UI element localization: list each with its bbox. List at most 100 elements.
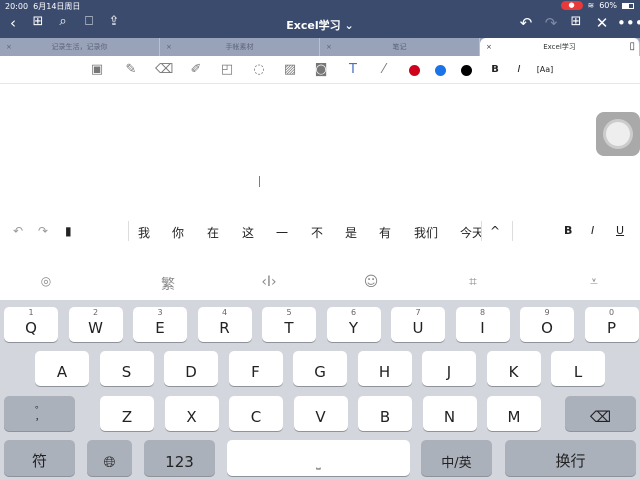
bold-button[interactable]: B — [564, 224, 572, 237]
shapes-icon[interactable]: ◰ — [218, 62, 236, 77]
assistive-touch-button[interactable] — [596, 112, 640, 156]
camera-icon[interactable]: ◙ — [312, 62, 330, 77]
language-switch-key[interactable]: 中/英 — [421, 440, 492, 476]
drawing-toolbar: ▣ ✎ ⌫ ✐ ◰ ◌ ▨ ◙ T ⁄ B I [Aa] — [0, 56, 640, 84]
tab-2[interactable]: × 手帐素材 — [160, 38, 320, 56]
undo-icon[interactable]: ↶ — [13, 224, 23, 238]
candidate[interactable]: 我 — [138, 224, 150, 241]
keyboard-function-row: ◎ 繁 ‹I› ☺ ⌗ ⩡ — [0, 268, 640, 300]
key-p[interactable]: 0P — [584, 307, 639, 342]
key-label: C — [250, 408, 262, 426]
expand-candidates-icon[interactable]: ^ — [490, 224, 500, 238]
redo-icon[interactable]: ↷ — [38, 224, 48, 238]
key-number-hint: 0 — [608, 308, 615, 317]
space-key[interactable]: ⎵ — [227, 440, 410, 476]
image-icon[interactable]: ▨ — [281, 62, 299, 77]
key-number-hint: 4 — [221, 308, 228, 317]
candidate[interactable]: 我们 — [414, 224, 438, 241]
split-view-icon[interactable]: ▯ — [629, 38, 635, 56]
key-m[interactable]: M — [487, 396, 541, 431]
add-page-icon[interactable]: ⊞ — [566, 14, 586, 29]
text-style-button[interactable]: [Aa] — [536, 65, 554, 74]
candidate[interactable]: 你 — [172, 224, 184, 241]
key-number-hint: 7 — [415, 308, 421, 317]
key-d[interactable]: D — [164, 351, 218, 386]
key-label: N — [443, 408, 456, 426]
key-o[interactable]: 9O — [520, 307, 574, 342]
emoji-icon[interactable]: ☺ — [359, 274, 383, 290]
key-label: A — [56, 363, 68, 381]
tab-1[interactable]: × 记录生活，记录你 — [0, 38, 160, 56]
traditional-chinese-button[interactable]: 繁 — [156, 274, 180, 294]
key-y[interactable]: 6Y — [326, 307, 381, 342]
pen-icon[interactable]: ✎ — [122, 62, 140, 77]
cursor-move-icon[interactable]: ‹I› — [257, 274, 281, 290]
underline-button[interactable]: U — [616, 224, 624, 237]
key-j[interactable]: J — [422, 351, 476, 386]
key-u[interactable]: 7U — [391, 307, 445, 342]
hide-keyboard-icon[interactable]: ⩡ — [582, 274, 606, 290]
key-h[interactable]: H — [357, 351, 412, 386]
italic-button[interactable]: I — [510, 64, 528, 75]
key-q[interactable]: 1Q — [4, 307, 58, 342]
candidate[interactable]: 不 — [311, 224, 323, 241]
handwriting-icon[interactable]: ◎ — [34, 274, 58, 288]
undo-icon[interactable]: ↶ — [516, 14, 536, 32]
redo-icon[interactable]: ↷ — [541, 14, 561, 32]
key-l[interactable]: L — [551, 351, 605, 386]
text-cursor — [259, 176, 260, 187]
key-x[interactable]: X — [164, 396, 219, 431]
bold-button[interactable]: B — [486, 64, 504, 75]
candidate[interactable]: 在 — [207, 224, 219, 241]
lasso-icon[interactable]: ◌ — [250, 62, 268, 77]
key-f[interactable]: F — [228, 351, 283, 386]
keyboard: 1 Q 2 W 3 E 4 R 5 T 6 Y 7 U 8 I 9 O 0 P A S D F G H J K L 。 ， Z X C V B N M ⌫… — [0, 300, 640, 480]
key-s[interactable]: S — [99, 351, 154, 386]
key-c[interactable]: C — [229, 396, 283, 431]
key-g[interactable]: G — [293, 351, 347, 386]
key-k[interactable]: K — [486, 351, 541, 386]
italic-button[interactable]: I — [591, 224, 594, 237]
candidate[interactable]: 今天 — [460, 224, 481, 241]
globe-key[interactable]: 🌐︎ — [87, 440, 132, 476]
key-r[interactable]: 4R — [197, 307, 252, 342]
eraser-icon[interactable]: ⌫ — [155, 62, 173, 77]
key-b[interactable]: B — [358, 396, 412, 431]
tab-3[interactable]: × 笔记 — [320, 38, 480, 56]
key-n[interactable]: N — [422, 396, 477, 431]
candidate[interactable]: 一 — [276, 224, 288, 241]
more-icon[interactable]: ••• — [617, 14, 640, 32]
color-blue[interactable] — [435, 65, 446, 76]
status-right: ● ≋ 60% — [560, 1, 634, 10]
page-icon[interactable]: ▣ — [88, 62, 106, 77]
key-e[interactable]: 3E — [133, 307, 187, 342]
key-w[interactable]: 2W — [68, 307, 123, 342]
numbers-key[interactable]: 123 — [144, 440, 215, 476]
candidate[interactable]: 有 — [379, 224, 391, 241]
enter-key[interactable]: 换行 — [505, 440, 636, 476]
key-a[interactable]: A — [35, 351, 89, 386]
highlighter-icon[interactable]: ✐ — [187, 62, 205, 77]
symbols-key[interactable]: 符 — [4, 440, 75, 476]
divider — [128, 221, 129, 241]
key-v[interactable]: V — [293, 396, 348, 431]
key-number-hint: 9 — [544, 308, 550, 317]
tab-label: 笔记 — [392, 43, 407, 51]
close-icon[interactable]: ✕ — [592, 14, 612, 32]
delete-key[interactable]: ⌫ — [565, 396, 636, 431]
punctuation-key[interactable]: 。 ， — [4, 396, 75, 431]
candidate[interactable]: 是 — [345, 224, 357, 241]
key-i[interactable]: 8I — [455, 307, 510, 342]
key-label: M — [507, 408, 521, 426]
text-recognition-icon[interactable]: ⌗ — [461, 274, 485, 290]
key-z[interactable]: Z — [100, 396, 154, 431]
key-t[interactable]: 5T — [262, 307, 316, 342]
laser-icon[interactable]: ⁄ — [375, 62, 393, 77]
text-box-icon[interactable]: T — [344, 62, 362, 77]
tab-4-active[interactable]: × Excel学习 ▯ — [480, 38, 640, 56]
paste-icon[interactable]: ▮ — [65, 224, 72, 238]
key-label: Q — [25, 319, 37, 337]
color-red[interactable] — [409, 65, 420, 76]
color-black-selected[interactable] — [461, 65, 472, 76]
candidate[interactable]: 这 — [242, 224, 254, 241]
